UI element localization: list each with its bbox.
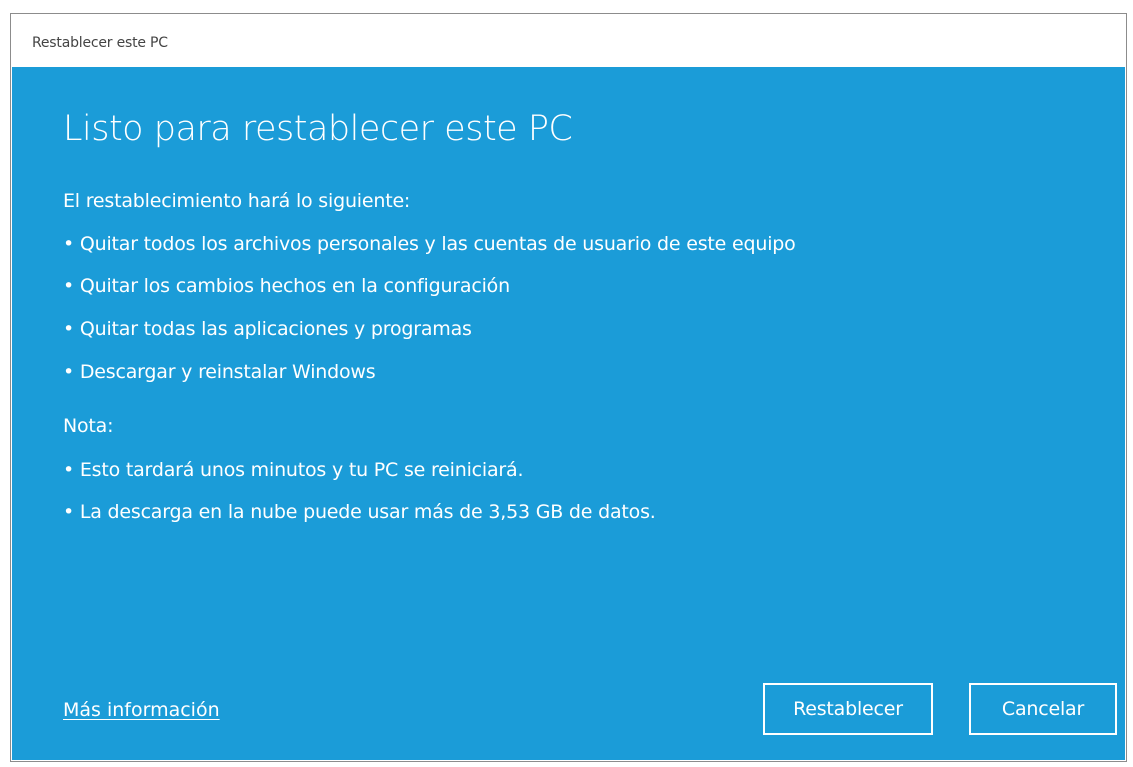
- page-title: Listo para restablecer este PC: [63, 109, 573, 149]
- dialog-content: Listo para restablecer este PC El restab…: [12, 67, 1125, 760]
- more-info-link[interactable]: Más información: [63, 699, 220, 721]
- action-item: • Descargar y reinstalar Windows: [63, 361, 376, 383]
- intro-text: El restablecimiento hará lo siguiente:: [63, 190, 411, 212]
- note-item: • Esto tardará unos minutos y tu PC se r…: [63, 459, 524, 481]
- action-item: • Quitar los cambios hechos en la config…: [63, 275, 510, 297]
- action-item: • Quitar todos los archivos personales y…: [63, 233, 796, 255]
- reset-pc-dialog: Restablecer este PC Listo para restablec…: [10, 13, 1127, 762]
- action-item: • Quitar todas las aplicaciones y progra…: [63, 318, 472, 340]
- note-item: • La descarga en la nube puede usar más …: [63, 501, 656, 523]
- window-title: Restablecer este PC: [32, 35, 168, 51]
- reset-button[interactable]: Restablecer: [763, 683, 933, 735]
- note-label: Nota:: [63, 415, 114, 437]
- cancel-button[interactable]: Cancelar: [969, 683, 1117, 735]
- title-bar: Restablecer este PC: [11, 14, 1126, 67]
